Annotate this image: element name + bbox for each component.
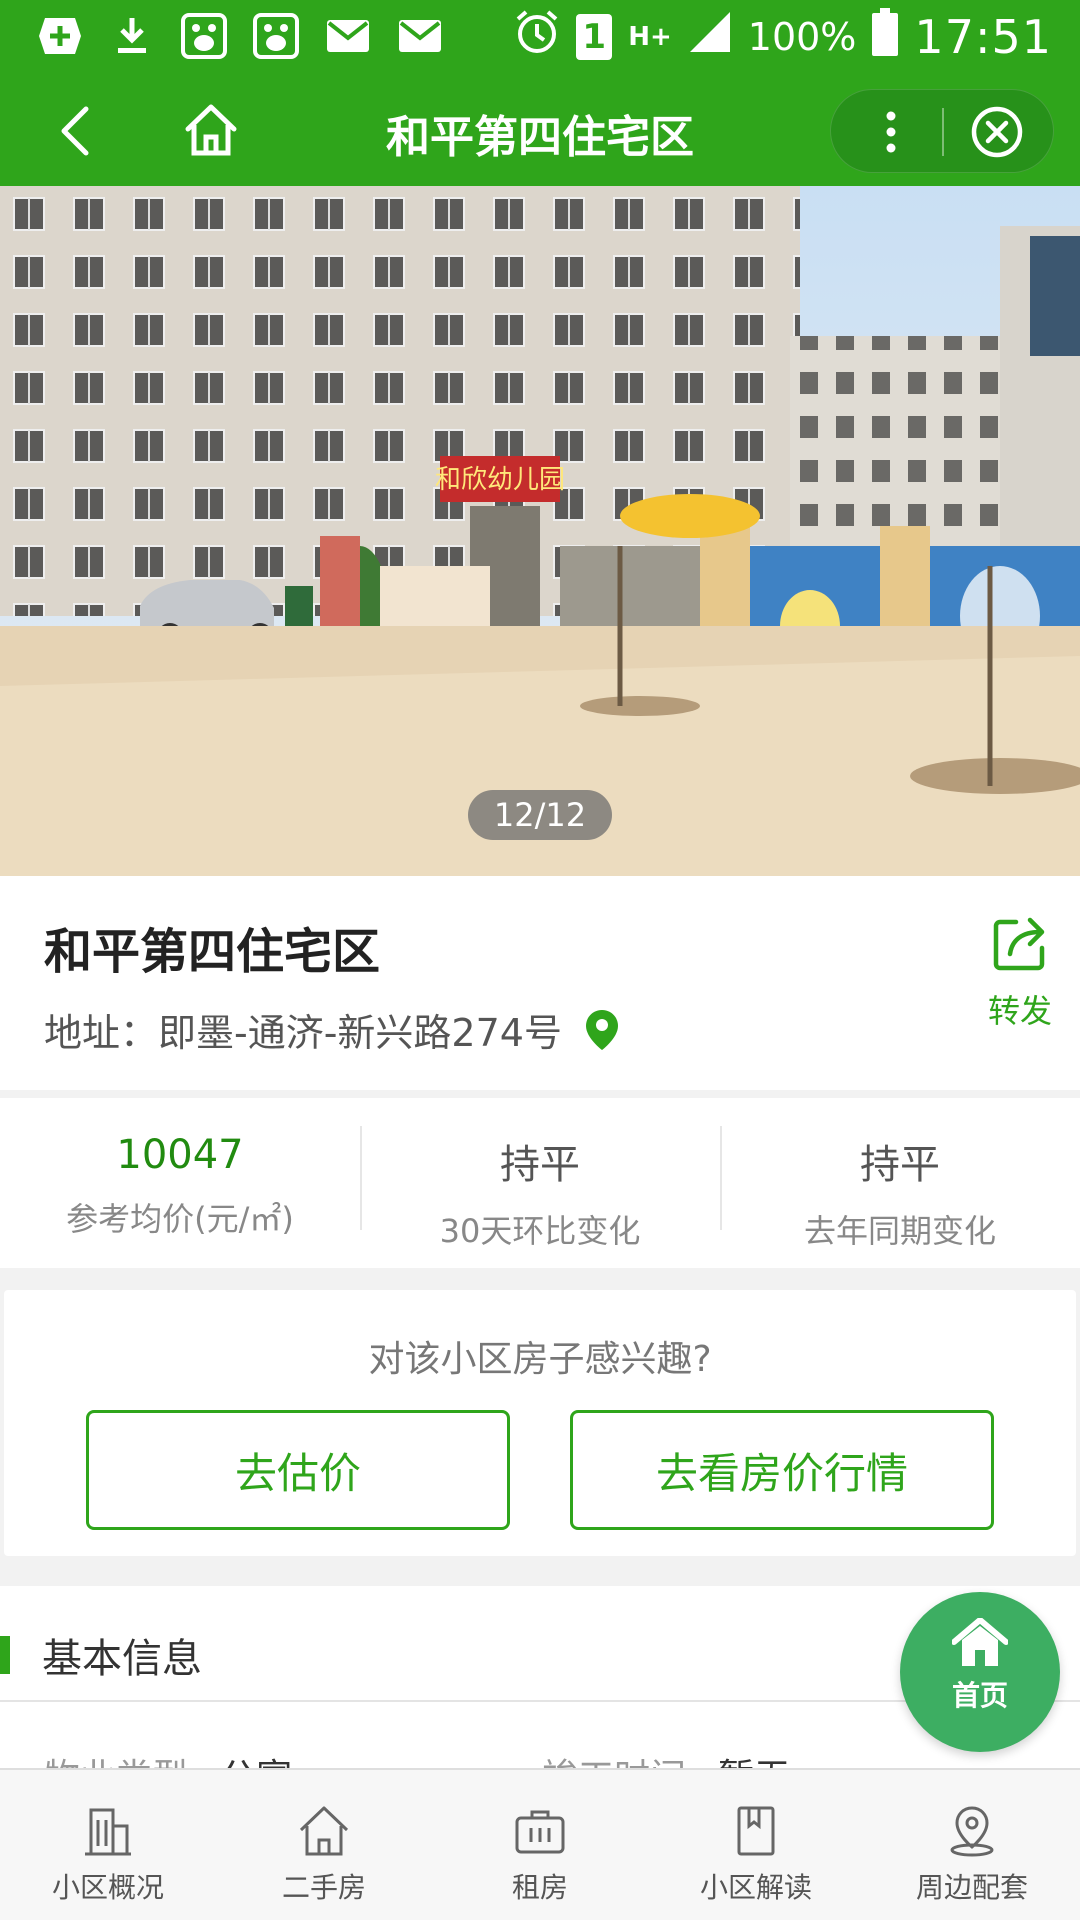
tab-nearby[interactable]: 周边配套 <box>864 1770 1080 1920</box>
more-icon[interactable] <box>861 102 921 162</box>
tab-label: 周边配套 <box>915 1871 1028 1904</box>
notification-icons <box>36 13 444 59</box>
home-float-label: 首页 <box>951 1679 1008 1712</box>
mail-icon <box>324 14 372 58</box>
mail-icon <box>396 14 444 58</box>
tab-label: 小区解读 <box>699 1871 812 1904</box>
community-header: 和平第四住宅区 地址：即墨-通济-新兴路274号 转发 <box>0 876 1080 1090</box>
baidu-icon <box>252 13 300 59</box>
tab-label: 租房 <box>511 1871 568 1904</box>
tab-overview[interactable]: 小区概况 <box>0 1770 216 1920</box>
stat-label: 参考均价(元/㎡) <box>66 1200 294 1238</box>
tab-analysis[interactable]: 小区解读 <box>648 1770 864 1920</box>
share-icon <box>993 917 1045 971</box>
stat-30day-change: 持平 30天环比变化 <box>360 1098 720 1268</box>
section-accent-bar <box>0 1636 10 1674</box>
price-trend-button[interactable]: 去看房价行情 <box>570 1410 994 1530</box>
sim-icon: 1 <box>576 14 613 60</box>
nav-bar: 和平第四住宅区 <box>0 75 1080 186</box>
address-text: 地址：即墨-通济-新兴路274号 <box>44 1011 562 1055</box>
community-name: 和平第四住宅区 <box>44 924 381 980</box>
book-icon <box>737 1806 775 1856</box>
home-float-button[interactable]: 首页 <box>900 1592 1060 1752</box>
tab-rental[interactable]: 租房 <box>432 1770 648 1920</box>
battery-icon <box>872 8 899 66</box>
building-icon <box>85 1808 131 1856</box>
system-status: 1 H+ 100% 17:51 <box>514 8 1052 66</box>
share-button[interactable]: 转发 <box>984 912 1056 1032</box>
signal-icon <box>688 10 732 64</box>
close-icon[interactable] <box>969 104 1025 160</box>
status-bar: 1 H+ 100% 17:51 <box>0 0 1080 75</box>
map-pin-icon[interactable] <box>584 1008 620 1052</box>
bottom-tab-bar: 小区概况 二手房 租房 小区解读 周边配套 <box>0 1768 1080 1920</box>
community-photo[interactable]: 和欣幼儿园 <box>0 186 1080 876</box>
alarm-icon <box>514 9 560 65</box>
stat-yoy-change: 持平 去年同期变化 <box>720 1098 1080 1268</box>
section-title: 基本信息 <box>42 1636 202 1682</box>
photo-counter: 12/12 <box>468 790 612 840</box>
back-icon[interactable] <box>48 101 108 161</box>
briefcase-icon <box>515 1810 565 1854</box>
tab-second-hand[interactable]: 二手房 <box>216 1770 432 1920</box>
home-icon[interactable] <box>180 99 242 161</box>
location-icon <box>950 1806 994 1857</box>
capsule-divider <box>942 108 944 156</box>
network-type: H+ <box>628 22 672 52</box>
tab-label: 小区概况 <box>51 1871 164 1904</box>
home-icon <box>951 1617 1009 1666</box>
house-icon <box>299 1806 349 1856</box>
interest-card: 对该小区房子感兴趣? 去估价 去看房价行情 <box>4 1290 1076 1556</box>
price-stats: 10047 参考均价(元/㎡) 持平 30天环比变化 持平 去年同期变化 <box>0 1098 1080 1268</box>
plus-square-icon <box>36 14 84 58</box>
page-title: 和平第四住宅区 <box>386 112 694 163</box>
stat-avg-price: 10047 参考均价(元/㎡) <box>0 1098 360 1268</box>
share-label: 转发 <box>987 992 1052 1030</box>
stat-label: 30天环比变化 <box>439 1212 641 1250</box>
miniapp-capsule <box>830 89 1054 173</box>
kindergarten-sign: 和欣幼儿园 <box>435 465 565 495</box>
baidu-icon <box>180 13 228 59</box>
stat-value: 10047 <box>116 1132 244 1178</box>
stat-label: 去年同期变化 <box>803 1212 996 1250</box>
stat-value: 持平 <box>860 1142 940 1188</box>
interest-question: 对该小区房子感兴趣? <box>368 1339 712 1380</box>
estimate-button[interactable]: 去估价 <box>86 1410 510 1530</box>
download-icon <box>108 14 156 58</box>
tab-label: 二手房 <box>281 1871 366 1904</box>
address-row[interactable]: 地址：即墨-通济-新兴路274号 <box>44 1002 620 1057</box>
clock: 17:51 <box>914 10 1052 64</box>
battery-percent: 100% <box>747 15 857 59</box>
stat-value: 持平 <box>500 1142 580 1188</box>
